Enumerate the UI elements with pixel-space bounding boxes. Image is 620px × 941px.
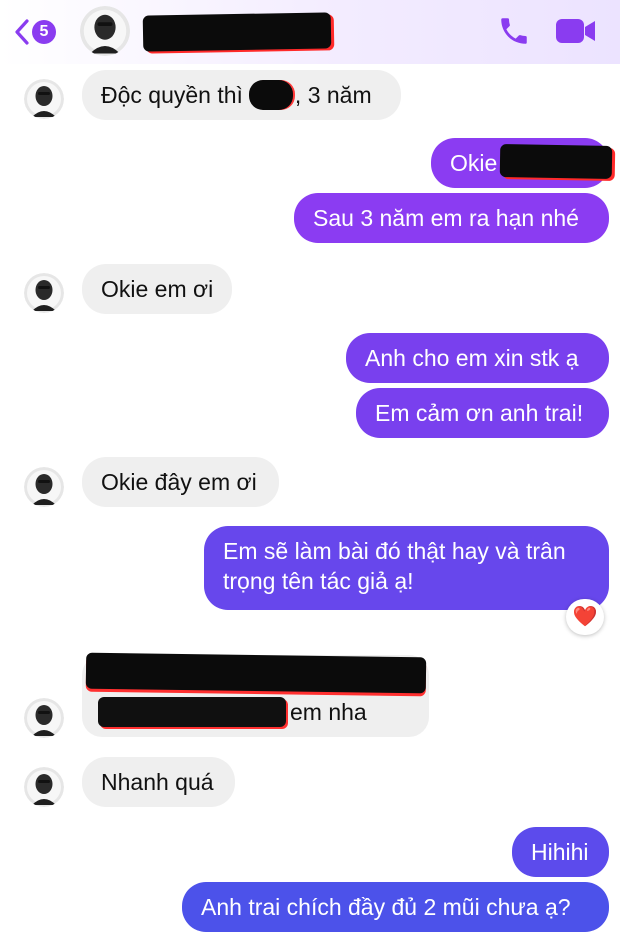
message-text: Em sẽ làm bài đó thật hay và trân trọng … <box>223 538 566 594</box>
incoming-message[interactable]: Nhanh quá <box>82 757 235 807</box>
outgoing-message[interactable]: Em cảm ơn anh trai! <box>356 388 609 438</box>
outgoing-message[interactable]: Hihihi <box>512 827 609 877</box>
heart-icon: ❤️ <box>572 606 598 628</box>
incoming-message[interactable]: Okie đây em ơi <box>82 457 279 507</box>
message-text: Okie đây em ơi <box>101 469 257 495</box>
redaction-mark <box>499 144 613 179</box>
message-text: Độc quyền thì <box>101 82 243 108</box>
incoming-message[interactable]: Okie em ơi <box>82 264 232 314</box>
message-text: Anh trai chích đầy đủ 2 mũi chưa ạ? <box>201 894 571 920</box>
sender-avatar[interactable] <box>24 273 64 313</box>
sender-avatar[interactable] <box>24 698 64 738</box>
unread-count-badge: 5 <box>32 20 56 44</box>
sender-avatar[interactable] <box>24 467 64 507</box>
message-text: Okie <box>450 150 498 176</box>
message-text: Okie em ơi <box>101 276 214 302</box>
message-text: Anh cho em xin stk ạ <box>365 345 579 371</box>
outgoing-message[interactable]: Em sẽ làm bài đó thật hay và trân trọng … <box>204 526 609 610</box>
message-text: em nha <box>290 699 367 725</box>
message-text: , 3 năm <box>294 82 372 108</box>
video-camera-icon[interactable] <box>555 17 597 45</box>
outgoing-message[interactable]: Anh cho em xin stk ạ <box>346 333 609 383</box>
back-button[interactable]: 5 <box>14 16 66 48</box>
redaction-mark <box>85 652 427 694</box>
redaction-mark <box>248 80 293 110</box>
conversation-header: 5 <box>0 0 620 64</box>
heart-reaction[interactable]: ❤️ <box>566 599 604 635</box>
message-text: Em cảm ơn anh trai! <box>375 400 584 426</box>
chevron-left-icon <box>15 19 29 45</box>
sender-avatar[interactable] <box>24 767 64 807</box>
contact-avatar[interactable] <box>80 6 130 56</box>
outgoing-message[interactable]: Anh trai chích đầy đủ 2 mũi chưa ạ? <box>182 882 609 932</box>
outgoing-message[interactable]: Sau 3 năm em ra hạn nhé <box>294 193 609 243</box>
phone-icon[interactable] <box>497 14 531 48</box>
redaction-mark <box>142 12 332 52</box>
message-text: Hihihi <box>531 839 589 865</box>
message-text: Sau 3 năm em ra hạn nhé <box>313 205 579 231</box>
sender-avatar[interactable] <box>24 79 64 119</box>
incoming-message[interactable]: Độc quyền thì , 3 năm <box>82 70 401 120</box>
message-text: Nhanh quá <box>101 769 214 795</box>
redaction-mark <box>98 697 286 727</box>
